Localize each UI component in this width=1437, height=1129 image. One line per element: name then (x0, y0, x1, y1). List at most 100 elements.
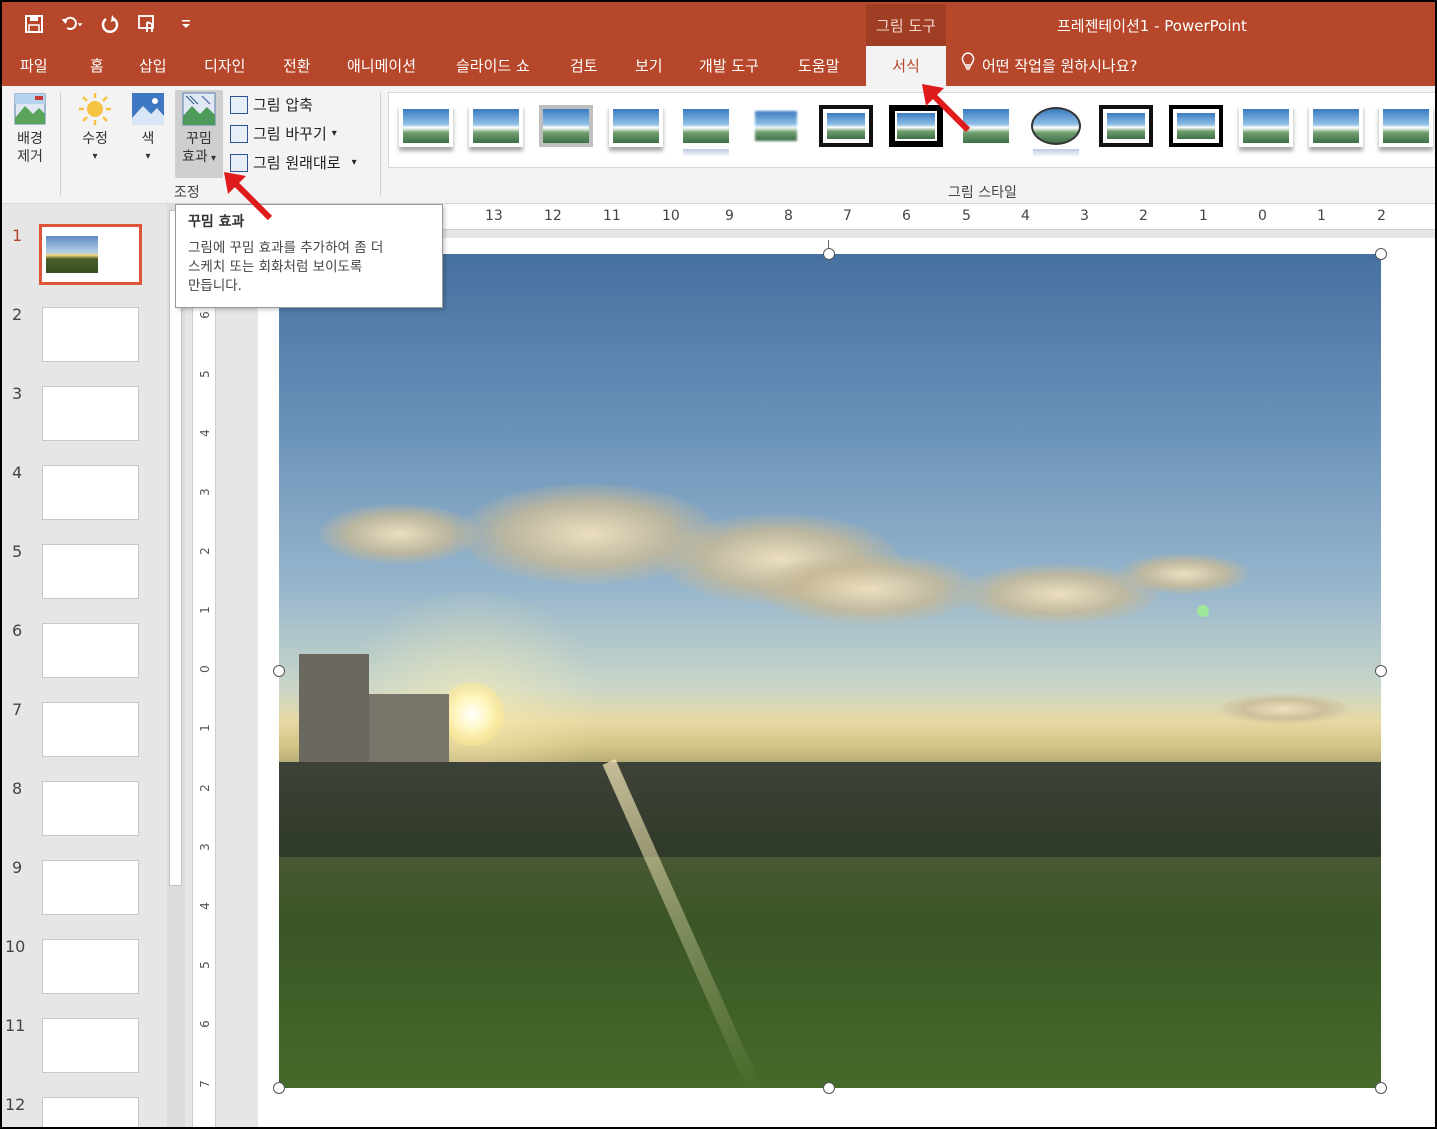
tab-view[interactable]: 보기 (635, 46, 663, 86)
window-title: 프레젠테이션1 - PowerPoint (1057, 17, 1247, 35)
picture-styles-gallery (388, 92, 1435, 168)
slide-thumbnail-row[interactable]: 12 (2, 1095, 167, 1127)
slide-thumbnail-row[interactable]: 1 (2, 224, 167, 306)
ruler-label: 4 (1021, 208, 1030, 224)
resize-handle-bottom-left[interactable] (273, 1082, 285, 1094)
ribbon-separator (380, 92, 381, 196)
tab-home[interactable]: 홈 (90, 46, 104, 86)
style-reflected[interactable] (679, 105, 733, 157)
ruler-label: 6 (902, 208, 911, 224)
slide-thumbnail[interactable] (42, 1097, 139, 1127)
remove-background-button[interactable]: 배경 제거 (10, 92, 50, 166)
slide-thumbnail-row[interactable]: 8 (2, 779, 167, 859)
tab-review[interactable]: 검토 (570, 46, 598, 86)
slide-thumbnail[interactable] (42, 465, 139, 520)
customize-icon[interactable] (174, 12, 198, 36)
slide-thumbnail[interactable] (42, 544, 139, 599)
slide-thumbnail-row[interactable]: 4 (2, 463, 167, 543)
ruler-label: 1 (1317, 208, 1326, 224)
tab-help[interactable]: 도움말 (798, 46, 839, 86)
slide-number: 4 (12, 463, 23, 482)
compress-label: 그림 압축 (253, 96, 313, 114)
vertical-ruler: 6 5 4 3 2 1 0 1 2 3 4 5 6 7 (192, 204, 216, 1127)
corrections-button[interactable]: 수정 ▾ (72, 92, 118, 166)
tab-file[interactable]: 파일 (20, 46, 48, 86)
style-beveled[interactable] (469, 105, 523, 147)
picture-tools-header: 그림 도구 (866, 4, 946, 46)
slide-thumbnail[interactable] (42, 386, 139, 441)
style-rotated-white[interactable] (1239, 105, 1293, 147)
thumbnail-photo (46, 236, 98, 273)
resize-handle-bottom[interactable] (823, 1082, 835, 1094)
cloud (319, 504, 479, 564)
compress-pictures-button[interactable]: 그림 압축 (230, 94, 313, 115)
color-button[interactable]: 색 ▾ (128, 92, 168, 166)
slide-number: 10 (5, 937, 26, 956)
artistic-effects-label-2: 효과 ▾ (182, 149, 216, 165)
thumbnail-scrollbar[interactable] (167, 204, 185, 1127)
slide-number: 9 (12, 858, 23, 877)
slide-thumbnail[interactable] (42, 860, 139, 915)
ruler-label: 6 (197, 1020, 212, 1028)
style-drop-shadow[interactable] (609, 105, 663, 147)
style-double-frame-black[interactable] (819, 105, 873, 147)
artistic-effects-button[interactable]: 꾸밈 효과 ▾ (175, 90, 223, 178)
scrollbar-thumb[interactable] (169, 210, 182, 886)
slide-thumbnail[interactable] (42, 781, 139, 836)
resize-handle-right[interactable] (1375, 665, 1387, 677)
color-label: 색 (141, 131, 155, 147)
slide-thumbnail[interactable] (42, 702, 139, 757)
tab-slideshow[interactable]: 슬라이드 쇼 (456, 46, 530, 86)
tell-me-search[interactable]: 어떤 작업을 원하시나요? (960, 46, 1138, 86)
color-dropdown-icon: ▾ (145, 151, 151, 162)
style-center-shadow[interactable] (1379, 105, 1433, 147)
slide-thumbnail[interactable] (42, 307, 139, 362)
town-skyline (279, 762, 1381, 857)
style-thick-black[interactable] (1169, 105, 1223, 147)
redo-icon[interactable] (98, 12, 122, 36)
slide-thumbnail-active[interactable] (39, 224, 142, 285)
change-picture-button[interactable]: 그림 바꾸기 ▾ (230, 123, 337, 144)
style-oval[interactable] (1029, 105, 1083, 157)
compress-icon (230, 95, 248, 114)
slide-thumbnail-row[interactable]: 10 (2, 937, 167, 1017)
tooltip-line: 스케치 또는 회화처럼 보이도록 (188, 259, 363, 275)
ruler-label: 8 (784, 208, 793, 224)
slide-thumbnail-row[interactable]: 3 (2, 384, 167, 464)
tab-design[interactable]: 디자인 (204, 46, 245, 86)
slide-thumbnail[interactable] (42, 1018, 139, 1073)
resize-handle-top-right[interactable] (1375, 248, 1387, 260)
slide-thumbnail-row[interactable]: 11 (2, 1016, 167, 1096)
ruler-label: 7 (843, 208, 852, 224)
style-rounded-rectangle[interactable] (1309, 105, 1363, 147)
slide-thumbnail-row[interactable]: 7 (2, 700, 167, 780)
slide-thumbnail[interactable] (42, 939, 139, 994)
ruler-label: 3 (1080, 208, 1089, 224)
resize-handle-bottom-right[interactable] (1375, 1082, 1387, 1094)
ruler-label: 3 (197, 843, 212, 851)
save-icon[interactable] (22, 12, 46, 36)
slide-thumbnail-row[interactable]: 5 (2, 542, 167, 622)
slide-number: 3 (12, 384, 23, 403)
touch-mode-icon[interactable] (136, 12, 160, 36)
style-simple-frame-black[interactable] (1099, 105, 1153, 147)
resize-handle-left[interactable] (273, 665, 285, 677)
style-simple-frame-white[interactable] (399, 105, 453, 147)
slide-thumbnail-row[interactable]: 9 (2, 858, 167, 938)
selected-picture[interactable] (279, 254, 1381, 1088)
style-metal-frame[interactable] (539, 105, 593, 147)
slide-thumbnail[interactable] (42, 623, 139, 678)
slide-thumbnail-row[interactable]: 2 (2, 305, 167, 385)
tab-transitions[interactable]: 전환 (283, 46, 311, 86)
undo-icon[interactable] (60, 12, 84, 36)
powerpoint-window: 그림 도구 프레젠테이션1 - PowerPoint 파일 홈 삽입 디자인 전… (0, 0, 1437, 1129)
resize-handle-top[interactable] (823, 248, 835, 260)
slide-thumbnail-row[interactable]: 6 (2, 621, 167, 701)
tooltip-line: 그림에 꾸밈 효과를 추가하여 좀 더 (188, 240, 384, 256)
tab-animations[interactable]: 애니메이션 (347, 46, 416, 86)
change-picture-label: 그림 바꾸기 (253, 125, 327, 143)
tab-insert[interactable]: 삽입 (139, 46, 167, 86)
tooltip-body: 그림에 꾸밈 효과를 추가하여 좀 더 스케치 또는 회화처럼 보이도록 만듭니… (188, 239, 430, 296)
tab-developer[interactable]: 개발 도구 (699, 46, 759, 86)
style-soft-edge[interactable] (749, 105, 803, 147)
